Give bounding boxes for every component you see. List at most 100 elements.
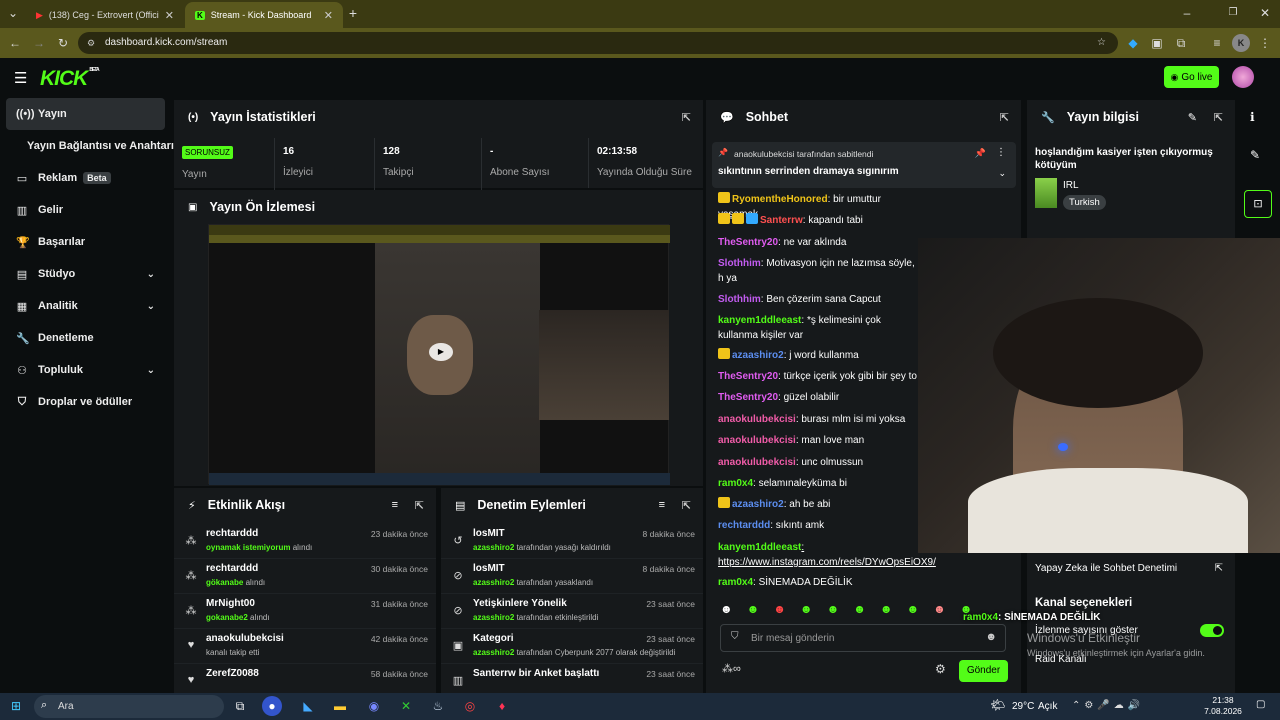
chat-username[interactable]: TheSentry20 xyxy=(718,237,778,248)
chat-message[interactable]: azaashiro2: ah be abi xyxy=(718,497,923,512)
user-avatar[interactable] xyxy=(1232,66,1254,88)
sidebar-item-reklam[interactable]: ▭ Reklam Beta xyxy=(6,162,165,194)
chat-message[interactable]: rechtarddd: sıkıntı amk xyxy=(718,518,923,533)
task-view-icon[interactable]: ⧉ xyxy=(230,696,250,716)
back-icon[interactable]: ← xyxy=(6,34,24,52)
info-icon[interactable]: ℹ xyxy=(1250,110,1255,124)
category-thumbnail[interactable] xyxy=(1035,178,1057,208)
event-user[interactable]: rechtarddd xyxy=(206,528,258,539)
ai-moderation-link[interactable]: Yapay Zeka ile Sohbet Denetimi xyxy=(1035,563,1177,574)
reading-list-icon[interactable]: ≡ xyxy=(1208,34,1226,52)
mod-action-title[interactable]: Santerrw bir Anket başlattı xyxy=(473,668,599,679)
event-user[interactable]: rechtarddd xyxy=(206,563,258,574)
discord-icon[interactable]: ◉ xyxy=(364,696,384,716)
chat-message[interactable]: anaokulubekcisi: burası mlm isi mi yoksa xyxy=(718,412,923,427)
chat-username[interactable]: RyomentheHonored xyxy=(732,194,828,205)
chat-username[interactable]: anaokulubekcisi xyxy=(718,414,796,425)
pinned-message[interactable]: 📌 anaokulubekcisi tarafından sabitlendi … xyxy=(712,142,1016,188)
bookmark-star-icon[interactable]: ☆ xyxy=(1097,32,1106,54)
mod-action-title[interactable]: losMIT xyxy=(473,528,505,539)
emote-icon[interactable]: ☻ xyxy=(880,602,893,616)
sidebar-item-topluluk[interactable]: ⚇ Topluluk ⌄ xyxy=(6,354,165,386)
sidebar-item-droplar[interactable]: ⛉ Droplar ve ödüller xyxy=(6,386,165,418)
windows-start-icon[interactable]: ⊞ xyxy=(6,696,26,716)
chat-username[interactable]: azaashiro2 xyxy=(732,499,784,510)
chat-message[interactable]: TheSentry20: güzel olabilir xyxy=(718,390,923,405)
obs-icon[interactable]: ◎ xyxy=(460,696,480,716)
chat-username[interactable]: TheSentry20 xyxy=(718,371,778,382)
chat-username[interactable]: Slothhim xyxy=(718,258,761,269)
event-user[interactable]: anaokulubekcisi xyxy=(206,633,284,644)
edit-pencil-icon[interactable]: ✎ xyxy=(1250,148,1260,162)
file-explorer-icon[interactable]: ▬ xyxy=(330,696,350,716)
chat-message[interactable]: Santerrw: kapandı tabi xyxy=(718,213,923,228)
valorant-icon[interactable]: ♦ xyxy=(492,696,512,716)
popout-icon[interactable]: ⇱ xyxy=(1000,111,1009,124)
chat-username[interactable]: rechtarddd xyxy=(718,520,770,531)
notification-icon[interactable]: ▢ xyxy=(1256,699,1265,710)
chat-message[interactable]: anaokulubekcisi: unc olmussun xyxy=(718,455,923,470)
chat-message[interactable]: kanyem1ddleeast: https://www.instagram.c… xyxy=(718,540,936,570)
chat-username[interactable]: kanyem1ddleeast xyxy=(718,542,801,553)
chat-username[interactable]: Slothhim xyxy=(718,294,761,305)
send-button[interactable]: Gönder xyxy=(959,660,1008,682)
close-icon[interactable]: ✕ xyxy=(324,9,333,22)
sidebar-item-studyo[interactable]: ▤ Stüdyo ⌄ xyxy=(6,258,165,290)
close-icon[interactable]: ✕ xyxy=(165,9,174,22)
chat-tools-icon[interactable]: ⁂∞ xyxy=(722,662,741,675)
emote-icon[interactable]: ☻ xyxy=(906,602,919,616)
emote-icon[interactable]: ☻ xyxy=(773,602,786,616)
chat-message[interactable]: Slothhim: Ben çözerim sana Capcut xyxy=(718,292,923,307)
chat-message[interactable]: ram0x4: selamınaleyküma bi xyxy=(718,476,923,491)
extension-icon[interactable]: ◆ xyxy=(1124,34,1142,52)
popout-icon[interactable]: ⇱ xyxy=(415,499,424,512)
kick-logo[interactable]: KICK BETA xyxy=(40,67,100,91)
settings-gear-icon[interactable]: ⚙ xyxy=(935,662,946,676)
popout-icon[interactable]: ⇱ xyxy=(1214,111,1223,124)
mod-action-title[interactable]: losMIT xyxy=(473,563,505,574)
extension-icon[interactable]: ▣ xyxy=(1148,34,1166,52)
emote-icon[interactable]: ☻ xyxy=(853,602,866,616)
extensions-puzzle-icon[interactable]: ⧉ xyxy=(1172,34,1190,52)
stream-preview-video[interactable]: ▶ xyxy=(208,224,670,485)
forward-icon[interactable]: → xyxy=(30,34,48,52)
sidebar-item-gelir[interactable]: ▥ Gelir xyxy=(6,194,165,226)
event-user[interactable]: ZerefZ0088 xyxy=(206,668,259,679)
chat-message[interactable]: anaokulubekcisi: man love man xyxy=(718,433,923,448)
taskbar-search[interactable]: ⌕ Ara xyxy=(34,695,224,718)
filter-icon[interactable]: ≡ xyxy=(392,499,398,511)
hamburger-menu-icon[interactable]: ☰ xyxy=(14,69,27,87)
unpin-icon[interactable]: 📌 xyxy=(975,148,986,159)
chat-username[interactable]: Santerrw xyxy=(760,215,803,226)
filter-icon[interactable]: ≡ xyxy=(659,499,665,511)
event-user[interactable]: MrNight00 xyxy=(206,598,255,609)
sidebar-item-denetleme[interactable]: 🔧 Denetleme xyxy=(6,322,165,354)
window-close-icon[interactable]: ✕ xyxy=(1256,4,1274,22)
steam-icon[interactable]: ♨ xyxy=(428,696,448,716)
play-icon[interactable]: ▶ xyxy=(429,343,453,361)
new-tab-icon[interactable]: + xyxy=(344,4,362,22)
tab-list-icon[interactable]: ⌄ xyxy=(4,4,22,22)
chat-message[interactable]: TheSentry20: türkçe içerik yok gibi bir … xyxy=(718,369,923,384)
sidebar-item-stream-key[interactable]: Yayın Bağlantısı ve Anahtarı xyxy=(6,130,174,162)
go-live-button[interactable]: ◉ Go live xyxy=(1164,66,1219,88)
emote-icon[interactable]: ☻ xyxy=(827,602,840,616)
chrome-icon[interactable]: ● xyxy=(262,696,282,716)
chat-username[interactable]: azaashiro2 xyxy=(732,350,784,361)
sidebar-item-analitik[interactable]: ▦ Analitik ⌄ xyxy=(6,290,165,322)
mod-action-title[interactable]: Yetişkinlere Yönelik xyxy=(473,598,567,609)
tab-kick[interactable]: K Stream - Kick Dashboard ✕ xyxy=(185,2,343,28)
chat-username[interactable]: ram0x4 xyxy=(718,478,753,489)
chat-message[interactable]: azaashiro2: j word kullanma xyxy=(718,348,923,363)
clock-time[interactable]: 21:38 xyxy=(1208,695,1238,705)
chevron-down-icon[interactable]: ⌄ xyxy=(998,168,1006,179)
emote-icon[interactable]: ☻ xyxy=(720,602,733,616)
popout-icon[interactable]: ⇱ xyxy=(1215,563,1223,574)
reload-icon[interactable]: ↻ xyxy=(54,34,72,52)
tab-youtube[interactable]: ▶ (138) Ceg - Extrovert (Official V... ✕ xyxy=(26,2,184,28)
mod-action-title[interactable]: Kategori xyxy=(473,633,514,644)
chat-input[interactable]: ⛉ Bir mesaj gönderin ☻ xyxy=(720,624,1006,652)
chat-username[interactable]: TheSentry20 xyxy=(718,392,778,403)
restore-icon[interactable]: ❐ xyxy=(1224,4,1242,22)
scene-icon[interactable]: ⊡ xyxy=(1244,190,1272,218)
